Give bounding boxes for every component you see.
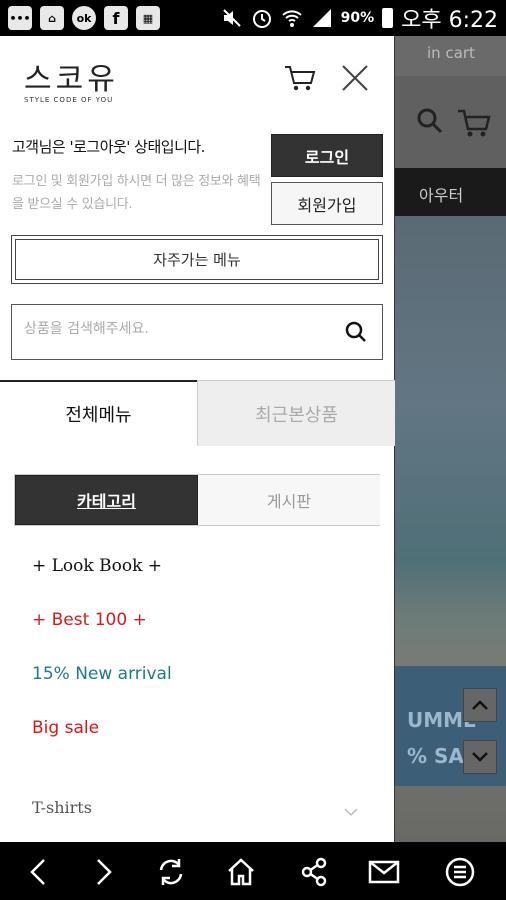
bg-nav-bar: 아우터: [395, 168, 506, 216]
system-status: 90% 오후 6:22: [221, 4, 498, 33]
logo-text: 스코유: [24, 62, 119, 97]
search-box: [11, 304, 383, 360]
store-icon: ⌂: [40, 6, 64, 30]
share-icon[interactable]: [298, 856, 330, 888]
bg-cart-label: in cart: [427, 44, 475, 62]
side-drawer: 스코유 STYLE CODE OF YOU 고객님은 '로그아웃' 상태입니다.…: [0, 36, 395, 842]
frequent-menu-button[interactable]: 자주가는 메뉴: [11, 235, 383, 284]
chevron-down-icon[interactable]: [344, 802, 358, 821]
search-input[interactable]: [24, 321, 324, 337]
mail-icon[interactable]: [368, 856, 400, 888]
chat-icon: •••: [8, 6, 32, 30]
login-button[interactable]: 로그인: [271, 134, 383, 177]
segment-category[interactable]: 카테고리: [15, 475, 198, 525]
alarm-icon: [251, 7, 273, 29]
badge-icon: ok: [72, 6, 96, 30]
tab-all-menu[interactable]: 전체메뉴: [0, 380, 197, 446]
mute-icon: [221, 7, 243, 29]
menu-tabs: 전체메뉴 최근본상품: [0, 380, 395, 446]
frequent-menu-label: 자주가는 메뉴: [15, 239, 379, 280]
login-status-description: 로그인 및 회원가입 하시면 더 많은 정보와 혜택을 받으실 수 있습니다.: [12, 174, 261, 212]
scroll-up-button: [463, 688, 497, 722]
close-icon[interactable]: [341, 64, 369, 96]
login-status-message: 고객님은 '로그아웃' 상태입니다.: [12, 138, 205, 156]
search-icon[interactable]: [345, 321, 367, 347]
menu-item-big-sale[interactable]: Big sale: [32, 718, 99, 738]
wifi-icon: [281, 7, 303, 29]
refresh-icon[interactable]: [155, 856, 187, 888]
menu-item-new-arrival[interactable]: 15% New arrival: [32, 664, 172, 684]
notification-icons: ••• ⌂ ok f ▦: [8, 6, 160, 30]
scroll-down-button: [463, 740, 497, 774]
segment-board[interactable]: 게시판: [198, 475, 380, 525]
battery-icon: [382, 8, 394, 28]
tab-recent-products[interactable]: 최근본상품: [197, 380, 395, 446]
menu-item-best100[interactable]: + Best 100 +: [32, 610, 147, 630]
join-button[interactable]: 회원가입: [271, 182, 383, 225]
app-icon: ▦: [136, 6, 160, 30]
facebook-icon: f: [104, 6, 128, 30]
signal-icon: [311, 7, 333, 29]
clock: 오후 6:22: [401, 8, 498, 33]
search-icon: [417, 108, 443, 138]
logo[interactable]: 스코유 STYLE CODE OF YOU: [24, 54, 134, 108]
cart-icon[interactable]: [284, 64, 316, 96]
home-icon[interactable]: [225, 856, 257, 888]
bottom-nav-bar: [0, 842, 506, 900]
menu-item-lookbook[interactable]: + Look Book +: [32, 556, 162, 576]
menu-icon[interactable]: [444, 856, 476, 888]
background-page: in cart 아우터 UMME % SAL: [395, 36, 506, 842]
menu-segment: 카테고리 게시판: [14, 474, 380, 526]
back-icon[interactable]: [22, 856, 54, 888]
bg-nav-outer: 아우터: [419, 186, 464, 205]
menu-item-tshirts[interactable]: T-shirts: [32, 798, 92, 817]
forward-icon[interactable]: [88, 856, 120, 888]
status-bar: ••• ⌂ ok f ▦ 90% 오후 6:22: [0, 0, 506, 36]
battery-percent: 90%: [340, 10, 375, 26]
cart-icon: [457, 108, 491, 142]
bg-top-bar: in cart: [395, 36, 506, 76]
